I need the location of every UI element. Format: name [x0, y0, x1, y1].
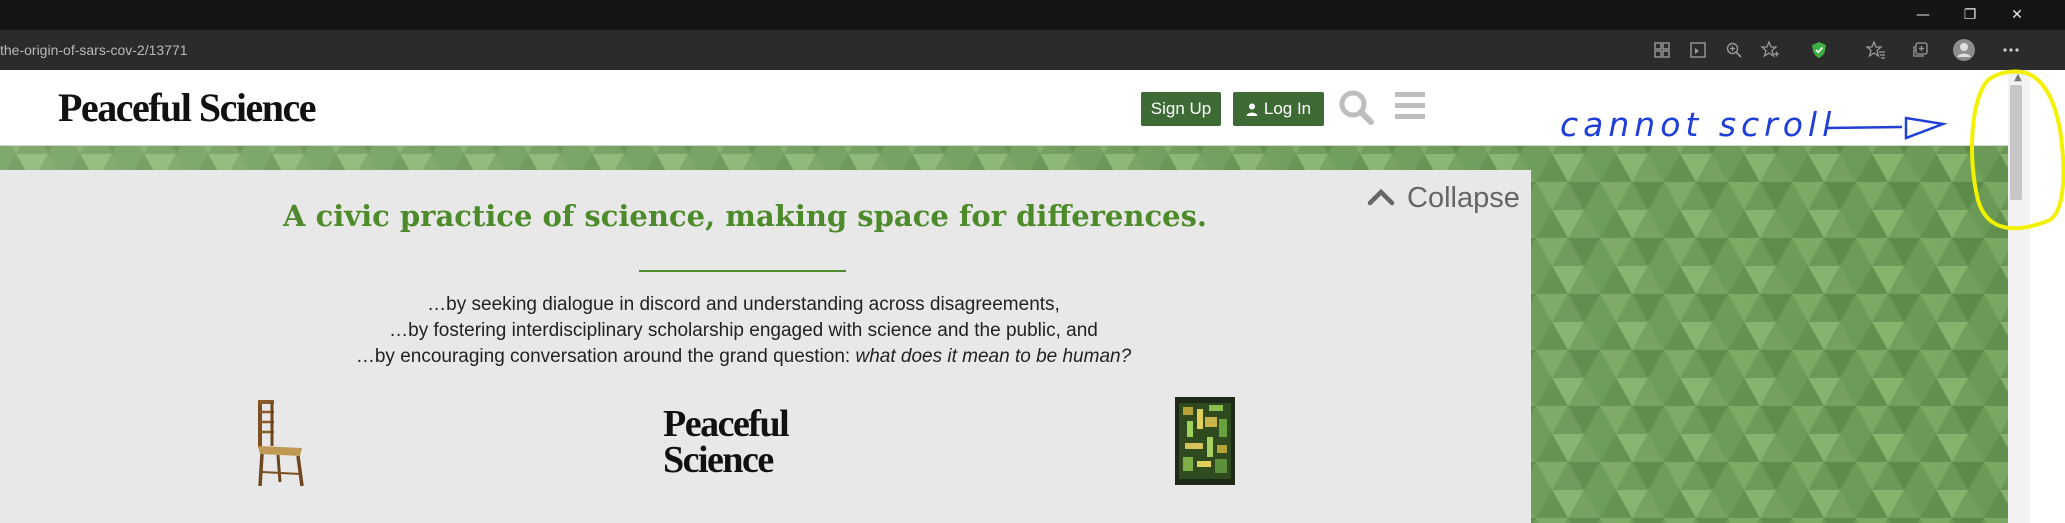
hamburger-menu-icon[interactable] [1393, 88, 1433, 128]
banner-line-3: …by encouraging conversation around the … [355, 346, 1132, 367]
shield-extension-icon[interactable] [1807, 38, 1831, 62]
banner-question: what does it mean to be human? [855, 346, 1132, 367]
annotation-text: cannot scroll [1560, 105, 1837, 144]
scroll-up-arrow-icon[interactable]: ▲ [2010, 72, 2026, 84]
more-icon[interactable] [1999, 38, 2023, 62]
peaceful-science-logo[interactable]: Peaceful Science [663, 405, 790, 479]
restore-icon: ❐ [1963, 7, 1977, 23]
browser-toolbar: the-origin-of-sars-cov-2/13771 [0, 30, 2065, 70]
close-icon: ✕ [2011, 7, 2023, 23]
restore-button[interactable]: ❐ [1947, 0, 1993, 30]
sign-up-button[interactable]: Sign Up [1141, 92, 1221, 126]
favorites-icon[interactable] [1864, 38, 1888, 62]
grid-icon[interactable] [1650, 38, 1674, 62]
user-icon [1246, 103, 1258, 116]
address-bar-url[interactable]: the-origin-of-sars-cov-2/13771 [0, 30, 188, 70]
close-window-button[interactable]: ✕ [1994, 0, 2040, 30]
log-in-label: Log In [1263, 99, 1312, 118]
site-logo[interactable]: Peaceful Science [58, 84, 317, 131]
minimize-icon: — [1916, 7, 1930, 23]
zoom-icon[interactable] [1722, 38, 1746, 62]
banner-line-2: …by fostering interdisciplinary scholars… [389, 320, 1098, 341]
page-edge-strip [2030, 70, 2065, 523]
window-title-bar: — ❐ ✕ [0, 0, 2065, 30]
profile-icon[interactable] [1952, 38, 1976, 62]
scrollbar-thumb[interactable] [2010, 85, 2022, 200]
favorite-add-icon[interactable] [1758, 38, 1782, 62]
book-cover-image[interactable] [1175, 397, 1235, 485]
banner-line-1: …by seeking dialogue in discord and unde… [427, 294, 1060, 315]
collections-icon[interactable] [1908, 38, 1932, 62]
tagline-divider [639, 270, 846, 272]
banner-tagline: A civic practice of science, making spac… [283, 199, 1207, 233]
log-in-button[interactable]: Log In [1233, 92, 1324, 126]
search-icon[interactable] [1337, 88, 1377, 128]
chair-image[interactable] [250, 398, 310, 488]
minimize-button[interactable]: — [1900, 0, 1946, 30]
reader-view-icon[interactable] [1686, 38, 1710, 62]
